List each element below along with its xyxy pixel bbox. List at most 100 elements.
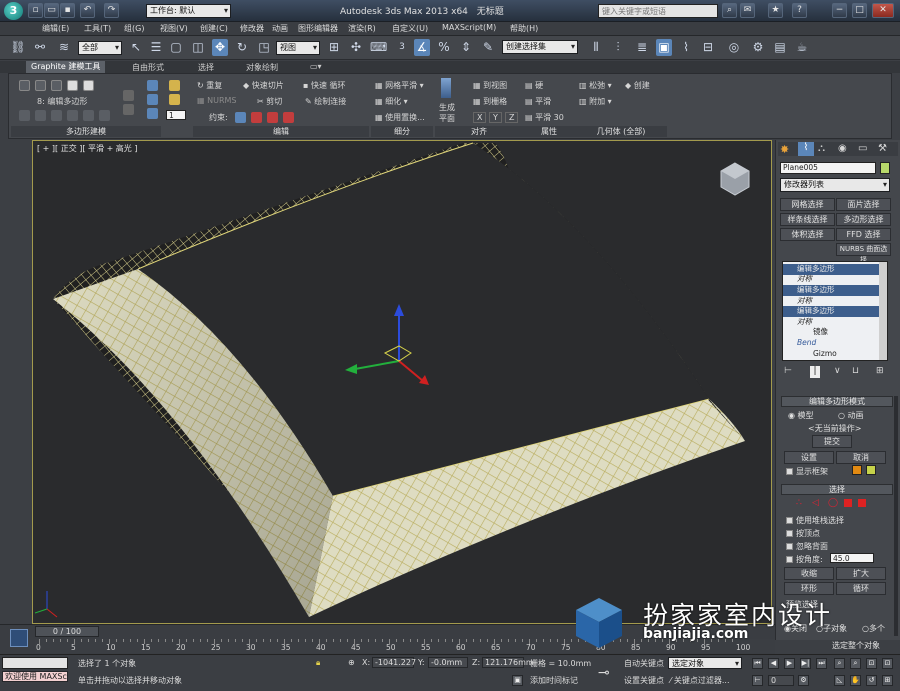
poly-tool-4-icon[interactable] bbox=[67, 110, 78, 121]
poly-tool-3-icon[interactable] bbox=[51, 110, 62, 121]
x-coordinate-field[interactable]: -1041.227 bbox=[372, 657, 416, 668]
modifier-stack[interactable]: 编辑多边形 对称 编辑多边形 对称 编辑多边形 对称 镜像 Bend Gizmo bbox=[782, 261, 888, 361]
group-title-subdivide[interactable]: 细分 bbox=[371, 126, 433, 137]
panel-scrollbar[interactable] bbox=[894, 396, 898, 636]
scale-icon[interactable]: ◳ bbox=[256, 39, 272, 56]
menu-help[interactable]: 帮助(H) bbox=[510, 23, 538, 34]
edit-named-selection-icon[interactable]: ✎ bbox=[480, 39, 496, 56]
modifier-mode-label[interactable]: 8: 编辑多边形 bbox=[37, 96, 87, 107]
utilities-tab-icon[interactable]: ⚒ bbox=[878, 143, 887, 154]
by-stack-checkbox[interactable]: 使用堆栈选择 bbox=[786, 515, 844, 526]
spinner-snap-icon[interactable]: ⇕ bbox=[458, 39, 474, 56]
zoom-icon[interactable]: ⌕ bbox=[834, 658, 845, 669]
shrink-button[interactable]: 收缩 bbox=[784, 567, 834, 580]
auto-key-button[interactable]: 自动关键点 bbox=[624, 658, 664, 669]
rect-selection-icon[interactable]: ▢ bbox=[168, 39, 184, 56]
ignore-backfacing-checkbox[interactable]: 忽略背面 bbox=[786, 541, 828, 552]
curve-editor-icon[interactable]: ⌇ bbox=[678, 39, 694, 56]
make-unique-icon[interactable]: ∨ bbox=[834, 366, 841, 376]
subscription-icon[interactable]: ✉ bbox=[740, 3, 755, 18]
pan-icon[interactable]: ✋ bbox=[850, 675, 861, 686]
align-x-button[interactable]: X bbox=[473, 112, 487, 123]
tab-selection[interactable]: 选择 bbox=[198, 62, 214, 73]
absolute-mode-icon[interactable]: ⊕ bbox=[348, 658, 355, 667]
cut-button[interactable]: ✂ 剪切 bbox=[257, 96, 282, 107]
by-angle-checkbox[interactable]: 按角度: bbox=[786, 554, 823, 565]
rollout-edit-poly-mode[interactable]: 编辑多边形模式 bbox=[781, 396, 893, 407]
tab-object-paint[interactable]: 对象绘制 bbox=[246, 62, 278, 73]
layer-manager-icon[interactable]: ≣ bbox=[634, 39, 650, 56]
model-radio[interactable]: ◉ 模型 bbox=[788, 410, 814, 421]
show-cage-checkbox[interactable]: 显示框架 bbox=[786, 466, 828, 477]
ring-button[interactable]: 环形 bbox=[784, 582, 834, 595]
viewcube-icon[interactable] bbox=[720, 162, 750, 196]
align-icon[interactable]: ⫶ bbox=[610, 39, 626, 56]
remove-modifier-icon[interactable]: ⊔ bbox=[852, 366, 859, 376]
vol-select-button[interactable]: 体积选择 bbox=[780, 228, 835, 241]
stack-item[interactable]: 编辑多边形 bbox=[783, 264, 879, 275]
preview-multi-radio[interactable]: ○多个 bbox=[862, 623, 885, 634]
rotate-icon[interactable]: ↻ bbox=[234, 39, 250, 56]
stack-next-icon[interactable] bbox=[123, 104, 134, 115]
add-time-tag-icon[interactable]: ▣ bbox=[512, 675, 523, 686]
attach-button[interactable]: ▥ 附加 ▾ bbox=[579, 96, 612, 107]
group-title-geometry[interactable]: 几何体 (全部) bbox=[575, 126, 667, 137]
motion-tab-icon[interactable]: ◉ bbox=[838, 143, 847, 154]
zoom-all-icon[interactable]: ⌕ bbox=[850, 658, 861, 669]
stack-prev-icon[interactable] bbox=[123, 90, 134, 101]
app-logo-icon[interactable]: 3 bbox=[4, 2, 23, 20]
cage-color-swatch-2[interactable] bbox=[866, 465, 876, 475]
render-setup-icon[interactable]: ⚙ bbox=[750, 39, 766, 56]
border-subobj-icon[interactable]: ◯ bbox=[828, 498, 838, 508]
add-time-tag-label[interactable]: 添加时间标记 bbox=[530, 675, 578, 686]
make-planar-label-2[interactable]: 平面 bbox=[439, 113, 455, 124]
zoom-extents-all-icon[interactable]: ⊡ bbox=[882, 658, 893, 669]
open-file-icon[interactable]: ▭ bbox=[44, 3, 59, 18]
bind-space-warp-icon[interactable]: ≋ bbox=[56, 39, 72, 56]
collapse-icon[interactable] bbox=[169, 94, 180, 105]
reference-coordinate-dropdown[interactable]: 视图 bbox=[276, 41, 320, 55]
align-y-button[interactable]: Y bbox=[489, 112, 502, 123]
group-title-edit[interactable]: 编辑 bbox=[193, 126, 369, 137]
search-box[interactable]: 键入关键字或短语 bbox=[598, 4, 718, 18]
stack-item[interactable]: 对称 bbox=[783, 296, 879, 307]
menu-tools[interactable]: 工具(T) bbox=[84, 23, 111, 34]
selection-filter-dropdown[interactable]: 全部 bbox=[78, 41, 122, 55]
minimize-button[interactable]: − bbox=[832, 3, 847, 18]
move-icon[interactable]: ✥ bbox=[212, 39, 228, 56]
stack-item[interactable]: 镜像 bbox=[783, 327, 879, 338]
quick-slice-button[interactable]: ◆ 快速切片 bbox=[243, 80, 284, 91]
snaps-toggle-icon[interactable]: 3 bbox=[394, 39, 410, 56]
align-z-button[interactable]: Z bbox=[505, 112, 519, 123]
pivot-preserve-icon[interactable] bbox=[147, 108, 158, 119]
stack-item[interactable]: 编辑多边形 bbox=[783, 285, 879, 296]
menu-edit[interactable]: 编辑(E) bbox=[42, 23, 69, 34]
redo-icon[interactable]: ↷ bbox=[104, 3, 119, 18]
make-planar-icon[interactable] bbox=[441, 78, 451, 98]
menu-graph-editors[interactable]: 图形编辑器 bbox=[298, 23, 338, 34]
relax-button[interactable]: ▥ 松弛 ▾ bbox=[579, 80, 612, 91]
poly-select-button[interactable]: 多边形选择 bbox=[836, 213, 891, 226]
tab-freeform[interactable]: 自由形式 bbox=[132, 62, 164, 73]
to-view-button[interactable]: ▦ 到视图 bbox=[473, 80, 507, 91]
workspace-dropdown[interactable]: 工作台: 默认 bbox=[146, 4, 231, 18]
link-icon[interactable]: ⛓ bbox=[10, 39, 26, 56]
group-title-properties[interactable]: 属性 bbox=[521, 126, 577, 137]
vertex-mode-icon[interactable] bbox=[19, 80, 30, 91]
quick-loop-button[interactable]: ▪ 快速 循环 bbox=[303, 80, 346, 91]
settings-button[interactable]: 设置 bbox=[784, 451, 834, 464]
meshsmooth-button[interactable]: ▦ 网格平滑 ▾ bbox=[375, 80, 424, 91]
render-production-icon[interactable]: ☕ bbox=[794, 39, 810, 56]
frame-model[interactable] bbox=[53, 142, 745, 617]
timeline-toggle-icon[interactable] bbox=[10, 629, 28, 647]
z-coordinate-field[interactable]: 121.176mm bbox=[482, 657, 534, 668]
material-editor-icon[interactable]: ◎ bbox=[726, 39, 742, 56]
viewport[interactable]: [ + ][ 正交 ][ 平滑 + 高光 ] bbox=[32, 140, 772, 624]
maximize-button[interactable]: □ bbox=[852, 3, 867, 18]
menu-modifiers[interactable]: 修改器 bbox=[240, 23, 264, 34]
patch-select-button[interactable]: 面片选择 bbox=[836, 198, 891, 211]
menu-maxscript[interactable]: MAXScript(M) bbox=[442, 23, 496, 32]
undo-icon[interactable]: ↶ bbox=[80, 3, 95, 18]
poly-tool-5-icon[interactable] bbox=[83, 110, 94, 121]
constraint-edge-icon[interactable] bbox=[251, 112, 262, 123]
